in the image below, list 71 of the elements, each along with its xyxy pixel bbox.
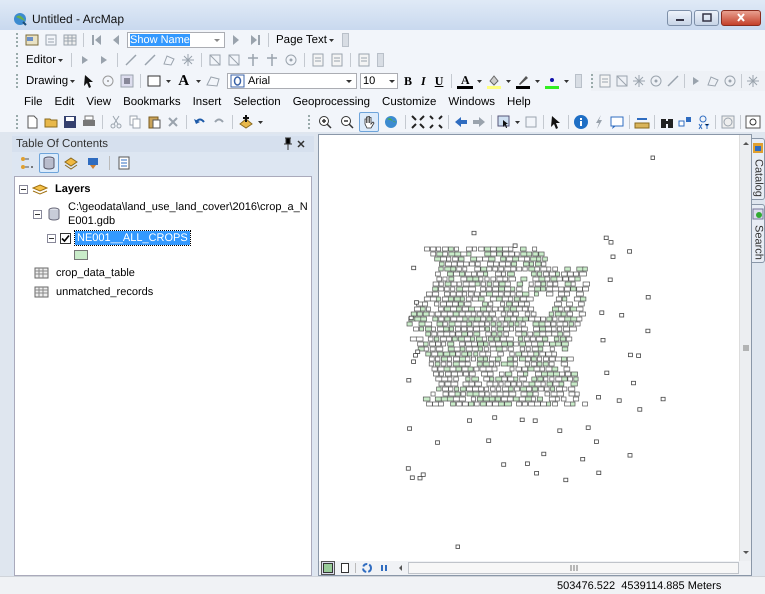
layer-window-icon[interactable]: [24, 32, 40, 48]
layer-label[interactable]: crop_data_table: [54, 266, 137, 280]
globe-icon: [12, 11, 28, 27]
underline-button[interactable]: U: [432, 74, 446, 88]
minimize-button[interactable]: [667, 10, 692, 26]
editor-menu[interactable]: Editor: [24, 52, 66, 68]
vertical-scrollbar[interactable]: [739, 135, 751, 561]
globe-icon: [383, 114, 399, 130]
menu-item[interactable]: Bookmarks: [117, 96, 187, 108]
zoom-in-icon: [317, 114, 333, 130]
list-by-drawing-order-icon: [19, 155, 35, 171]
window-title: Untitled - ArcMap: [32, 12, 126, 26]
menu-item[interactable]: File: [18, 96, 49, 108]
maximize-button[interactable]: [694, 10, 719, 26]
collapse-icon[interactable]: [33, 210, 42, 218]
legend-patch: [74, 250, 88, 260]
frame-icon[interactable]: [119, 73, 136, 89]
zoom-out-icon: [339, 114, 355, 130]
bold-button[interactable]: B: [401, 74, 416, 88]
add-data-icon[interactable]: [238, 114, 254, 130]
fill-color-icon[interactable]: [486, 73, 502, 89]
back-arrow-icon[interactable]: [453, 114, 469, 130]
font-icon: [230, 73, 246, 89]
time-slider-icon[interactable]: [720, 114, 736, 130]
font-size-field[interactable]: 10: [360, 73, 398, 89]
rectangle-icon[interactable]: [146, 73, 162, 89]
checkbox[interactable]: [60, 232, 71, 244]
data-frame-label[interactable]: Layers: [53, 182, 92, 196]
table-icon: [34, 265, 50, 281]
pan-tool[interactable]: [359, 112, 379, 132]
menu-item[interactable]: Geoprocessing: [286, 96, 376, 108]
text-tool[interactable]: A: [175, 72, 192, 90]
drawing-menu[interactable]: Drawing: [24, 73, 78, 89]
collapse-icon[interactable]: [19, 184, 28, 194]
save-icon[interactable]: [62, 114, 78, 130]
data-view-button[interactable]: [321, 561, 335, 575]
menu-item[interactable]: Customize: [376, 96, 442, 108]
menu-item[interactable]: Selection: [227, 96, 287, 108]
horizontal-scrollbar[interactable]: [408, 562, 739, 574]
options-icon[interactable]: [116, 155, 132, 171]
menu-item[interactable]: View: [80, 96, 118, 108]
menu-item[interactable]: Insert: [186, 96, 228, 108]
layers-icon: [63, 155, 79, 171]
line-color-icon[interactable]: [515, 73, 532, 89]
coordinates-text: 503476.522 4539114.885 Meters: [557, 580, 722, 592]
layer-label[interactable]: unmatched_records: [54, 285, 156, 299]
database-icon: [41, 155, 57, 171]
layout-view-button[interactable]: [338, 561, 352, 575]
menu-item[interactable]: Edit: [48, 96, 80, 108]
panel-title: Table Of Contents: [16, 138, 110, 150]
refresh-icon[interactable]: [359, 560, 373, 576]
paste-icon[interactable]: [146, 114, 162, 130]
collapse-icon[interactable]: [47, 234, 56, 242]
select-features-icon[interactable]: [496, 114, 512, 130]
layer-label[interactable]: C:\geodata\land_use_land_cover\2016\crop_a_NE001.gdb: [66, 200, 311, 228]
menu-item[interactable]: Windows: [442, 96, 502, 108]
menu-item[interactable]: Help: [501, 96, 537, 108]
close-button[interactable]: [721, 10, 761, 26]
view-tab[interactable]: [39, 153, 59, 173]
magnifier-window-icon[interactable]: [745, 114, 761, 130]
database-icon: [46, 206, 62, 222]
info-icon[interactable]: [573, 114, 589, 130]
table-icon: [34, 284, 50, 300]
font-field[interactable]: Arial: [227, 73, 358, 89]
page-text-menu[interactable]: Page Text: [274, 32, 337, 48]
fixed-zoom-out-icon[interactable]: [428, 114, 444, 130]
italic-button[interactable]: I: [418, 74, 429, 88]
font-color-button[interactable]: A: [457, 74, 474, 88]
fixed-zoom-in-icon[interactable]: [410, 114, 426, 130]
html-popup-icon[interactable]: [609, 114, 625, 130]
list-by-selection-icon: [85, 155, 101, 171]
